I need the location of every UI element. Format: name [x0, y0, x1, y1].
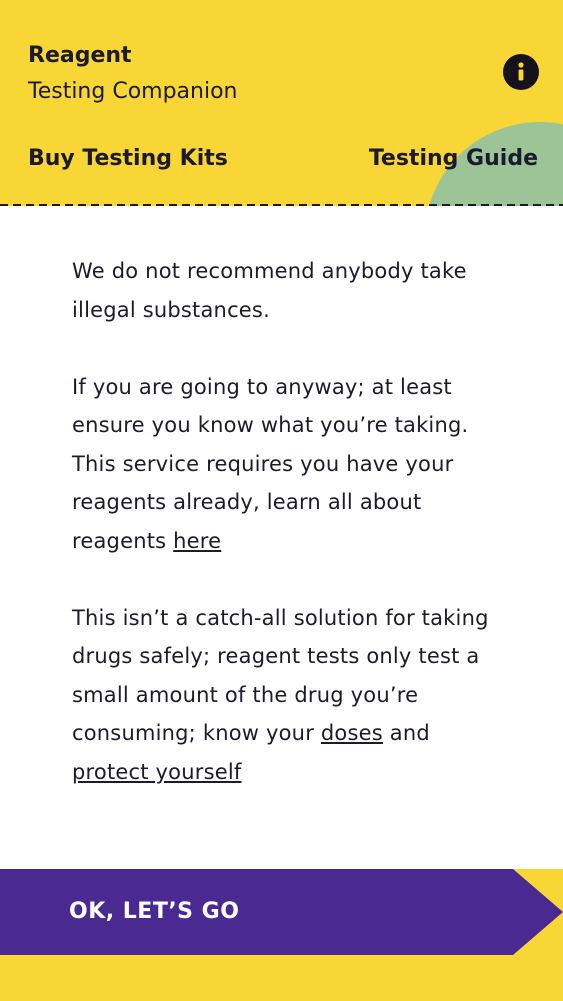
info-button[interactable]	[503, 54, 539, 90]
reagents-here-link[interactable]: here	[173, 529, 221, 553]
app-header: Reagent Testing Companion Buy Testing Ki…	[0, 0, 563, 206]
protect-yourself-link[interactable]: protect yourself	[72, 760, 241, 784]
app-title-line1: Reagent	[28, 43, 132, 68]
cta-label: OK, LET’S GO	[69, 899, 240, 924]
paragraph-2-text: If you are going to anyway; at least ens…	[72, 374, 469, 553]
app-title: Reagent Testing Companion	[28, 38, 238, 110]
nav-testing-guide[interactable]: Testing Guide	[369, 144, 538, 174]
disclaimer-paragraph-3: This isn’t a catch-all solution for taki…	[72, 599, 502, 792]
app-title-line2: Testing Companion	[28, 79, 238, 104]
disclaimer-paragraph-1: We do not recommend anybody take illegal…	[72, 259, 467, 322]
doses-link[interactable]: doses	[321, 721, 383, 745]
nav-buy-testing-kits[interactable]: Buy Testing Kits	[28, 144, 228, 174]
disclaimer-screen: Reagent Testing Companion Buy Testing Ki…	[0, 0, 563, 1001]
header-divider	[0, 204, 563, 206]
ok-lets-go-button[interactable]: OK, LET’S GO	[0, 869, 563, 955]
info-icon	[518, 62, 524, 81]
disclaimer-content: We do not recommend anybody take illegal…	[72, 252, 502, 830]
paragraph-3-and: and	[382, 721, 430, 745]
disclaimer-paragraph-2: If you are going to anyway; at least ens…	[72, 368, 502, 561]
